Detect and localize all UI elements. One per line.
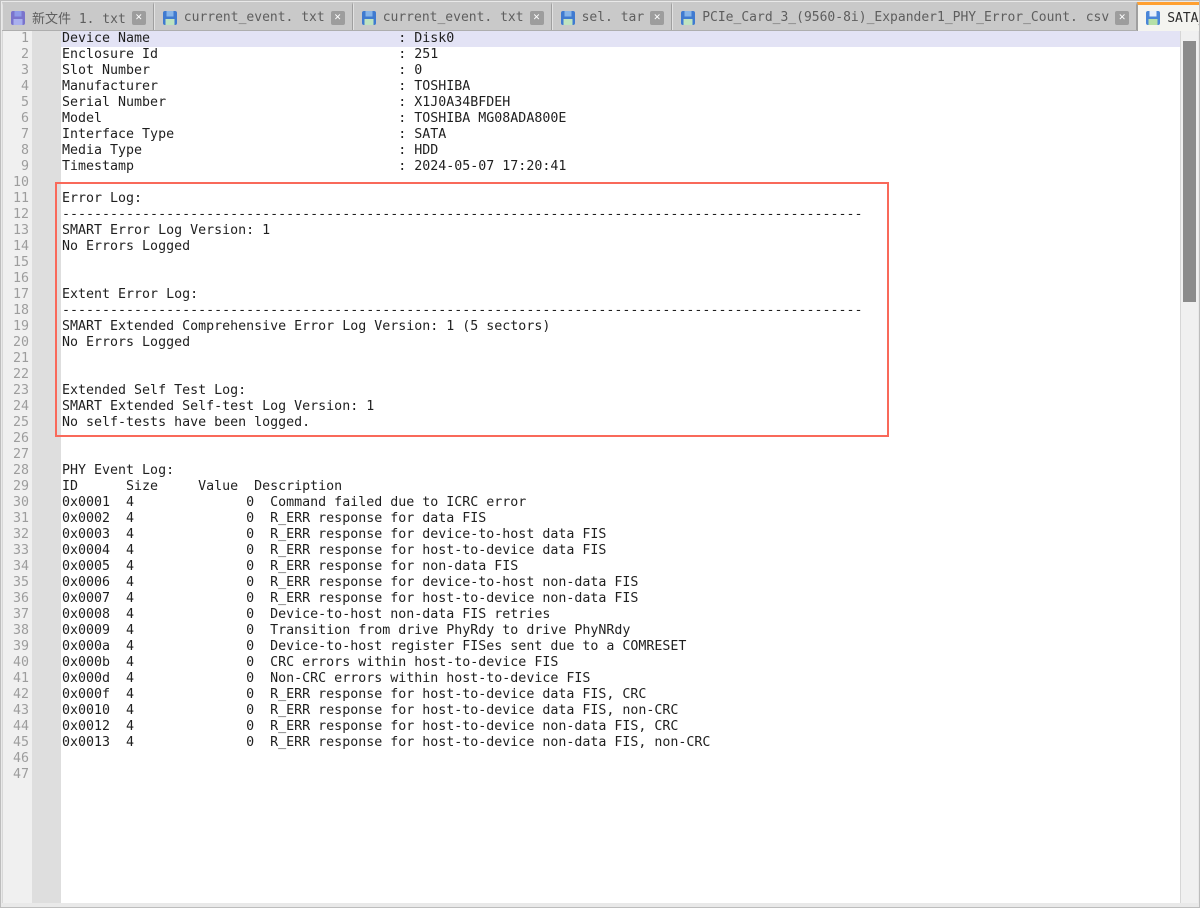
editor-pane: 1 2 3 4 5 6 7 8 9 10 11 12 13 14 15 16 1… [2,31,1198,903]
floppy-icon [361,10,377,26]
tab-close-icon[interactable]: ✕ [1115,11,1129,25]
floppy-icon [10,10,26,26]
tab-sel-tar[interactable]: sel. tar ✕ [552,2,673,30]
tab-sata-log[interactable]: SATA_Log✕ [1137,2,1200,31]
tab-pcie-card-csv[interactable]: PCIe_Card_3_(9560-8i)_Expander1_PHY_Erro… [672,2,1137,30]
line-numbers: 1 2 3 4 5 6 7 8 9 10 11 12 13 14 15 16 1… [2,31,32,903]
scrollbar-thumb[interactable] [1183,41,1196,302]
editor-window: 新文件 1. txt✕current_event. txt✕current_ev… [0,0,1200,908]
bookmark-margin [32,31,61,903]
tab-close-icon[interactable]: ✕ [331,11,345,25]
tab-close-icon[interactable]: ✕ [132,11,146,25]
text-area[interactable]: Device Name : Disk0 Enclosure Id : 251 S… [61,31,1180,903]
floppy-icon [162,10,178,26]
tab-current-event-2[interactable]: current_event. txt ✕ [353,2,552,30]
tab-close-icon[interactable]: ✕ [650,11,664,25]
tab-label: SATA_Log [1167,11,1200,26]
tab-label: current_event. txt [184,10,325,25]
vertical-scrollbar[interactable] [1180,31,1198,903]
tab-label: 新文件 1. txt [32,8,126,27]
tab-current-event-1[interactable]: current_event. txt ✕ [154,2,353,30]
tab-bar: 新文件 1. txt✕current_event. txt✕current_ev… [2,2,1198,31]
floppy-icon [1145,10,1161,26]
log-text[interactable]: Device Name : Disk0 Enclosure Id : 251 S… [61,31,1180,767]
tab-label: sel. tar [582,10,645,25]
tab-label: PCIe_Card_3_(9560-8i)_Expander1_PHY_Erro… [702,10,1109,25]
tab-label: current_event. txt [383,10,524,25]
floppy-icon [680,10,696,26]
floppy-icon [560,10,576,26]
tab-new-file-1[interactable]: 新文件 1. txt ✕ [2,2,154,30]
tab-close-icon[interactable]: ✕ [530,11,544,25]
